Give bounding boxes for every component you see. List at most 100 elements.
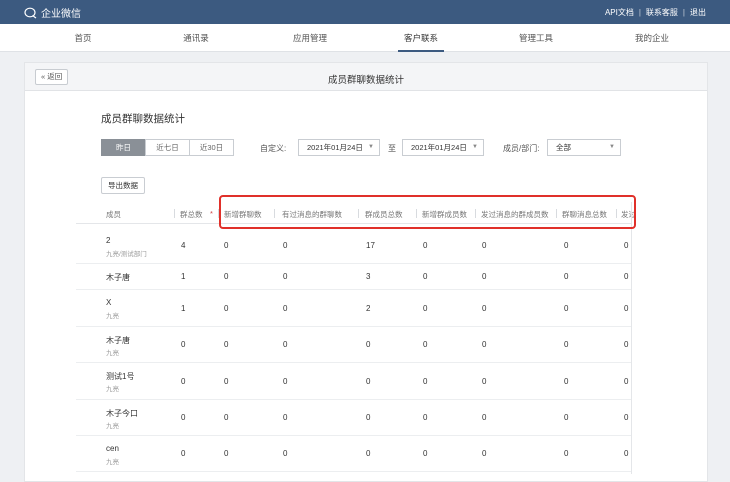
table-cell: 0 [564, 340, 569, 349]
table-cell: 0 [181, 449, 186, 458]
table-cell: 0 [564, 413, 569, 422]
table-row [76, 363, 632, 400]
table-cell: 0 [283, 304, 288, 313]
table-cell: 0 [564, 377, 569, 386]
to-label: 至 [388, 144, 396, 153]
brand-name: 企业微信 [41, 9, 81, 20]
table-cell: 0 [283, 272, 288, 281]
nav-my-enterprise[interactable]: 我的企业 [635, 24, 669, 52]
custom-range-label: 自定义: [260, 144, 287, 153]
date-range-tabs: 昨日 近七日 近30日 [101, 139, 234, 156]
table-row [76, 264, 632, 290]
chevron-down-icon: ▼ [368, 144, 374, 150]
table-cell: 0 [224, 377, 229, 386]
table-cell: 0 [564, 449, 569, 458]
table-row [76, 327, 632, 363]
table-cell: 0 [482, 377, 487, 386]
end-date-value: 2021年01月24日 [411, 143, 467, 152]
table-cell: 0 [564, 241, 569, 250]
member-name: 木子今口 [106, 409, 138, 418]
table-cell: 17 [366, 241, 375, 250]
table-cell: 0 [366, 449, 371, 458]
member-name: 2 [106, 236, 111, 245]
sort-indicator-icon[interactable]: * [210, 209, 213, 218]
nav-home[interactable]: 首页 [74, 24, 91, 52]
table-cell: 0 [482, 340, 487, 349]
table-cell: 0 [482, 304, 487, 313]
table-cell: 0 [624, 413, 629, 422]
page-title: 成员群聊数据统计 [327, 75, 404, 86]
member-dept: 九亮 [106, 459, 119, 466]
table-cell: 0 [482, 272, 487, 281]
table-cell: 0 [423, 377, 428, 386]
member-dept: 九亮 [106, 313, 119, 320]
chevron-down-icon: ▼ [472, 144, 478, 150]
end-date-picker[interactable]: 2021年01月24日 ▼ [402, 139, 484, 156]
member-dept-label: 成员/部门: [503, 144, 540, 153]
nav-app-management[interactable]: 应用管理 [293, 24, 327, 52]
table-cell: 0 [283, 241, 288, 250]
table-cell: 0 [624, 304, 629, 313]
table-row [76, 436, 632, 472]
table-cell: 0 [624, 340, 629, 349]
nav-management-tools[interactable]: 管理工具 [519, 24, 553, 52]
wecom-logo-icon [24, 7, 38, 19]
member-dept: 九亮 [106, 423, 119, 430]
table-cell: 3 [366, 272, 371, 281]
table-cell: 0 [624, 449, 629, 458]
divider: | [682, 8, 685, 17]
member-dept: 九亮 [106, 350, 119, 357]
table-cell: 0 [482, 241, 487, 250]
range-7days-tab[interactable]: 近七日 [145, 139, 190, 156]
table-cell: 0 [283, 340, 288, 349]
table-cell: 0 [423, 241, 428, 250]
table-cell: 0 [482, 413, 487, 422]
table-cell: 0 [366, 413, 371, 422]
table-right-edge [631, 202, 632, 474]
section-title: 成员群聊数据统计 [101, 113, 185, 125]
table-cell: 0 [283, 377, 288, 386]
table-cell: 0 [181, 377, 186, 386]
start-date-value: 2021年01月24日 [307, 143, 363, 152]
table-cell: 0 [224, 241, 229, 250]
brand-logo[interactable]: 企业微信 [24, 5, 81, 20]
member-name: 木子唐 [106, 336, 130, 345]
table-cell: 0 [624, 377, 629, 386]
col-group-total-header[interactable]: 群总数 [180, 209, 203, 220]
table-cell: 4 [181, 241, 186, 250]
member-dept: 九亮 [106, 386, 119, 393]
member-dept-select[interactable]: 全部 ▼ [547, 139, 621, 156]
contact-support-link[interactable]: 联系客服 [646, 7, 678, 18]
table-cell: 0 [423, 413, 428, 422]
nav-contacts[interactable]: 通讯录 [183, 24, 209, 52]
table-cell: 0 [423, 272, 428, 281]
col-member-header[interactable]: 成员 [106, 209, 121, 220]
table-cell: 0 [181, 340, 186, 349]
nav-customer-contact[interactable]: 客户联系 [397, 24, 445, 52]
start-date-picker[interactable]: 2021年01月24日 ▼ [298, 139, 380, 156]
table-cell: 2 [366, 304, 371, 313]
table-cell: 0 [564, 272, 569, 281]
table-cell: 0 [366, 377, 371, 386]
main-nav: 首页 通讯录 应用管理 客户联系 管理工具 我的企业 [0, 24, 730, 52]
table-cell: 0 [423, 449, 428, 458]
top-links: API文档 | 联系客服 | 退出 [605, 7, 706, 18]
api-docs-link[interactable]: API文档 [605, 7, 634, 18]
table-cell: 0 [423, 340, 428, 349]
table-cell: 0 [224, 449, 229, 458]
card-header: « 返回 成员群聊数据统计 [25, 63, 707, 91]
chevron-down-icon: ▼ [609, 144, 615, 150]
table-cell: 0 [181, 413, 186, 422]
table-cell: 0 [482, 449, 487, 458]
table-cell: 1 [181, 304, 186, 313]
table-row [76, 228, 632, 264]
table-cell: 0 [224, 272, 229, 281]
member-name: X [106, 298, 112, 307]
range-yesterday-tab[interactable]: 昨日 [101, 139, 146, 156]
logout-link[interactable]: 退出 [690, 7, 706, 18]
export-data-button[interactable]: 导出数据 [101, 177, 145, 194]
table-cell: 0 [366, 340, 371, 349]
range-30days-tab[interactable]: 近30日 [189, 139, 234, 156]
table-cell: 0 [564, 304, 569, 313]
top-bar: 企业微信 API文档 | 联系客服 | 退出 [0, 0, 730, 24]
